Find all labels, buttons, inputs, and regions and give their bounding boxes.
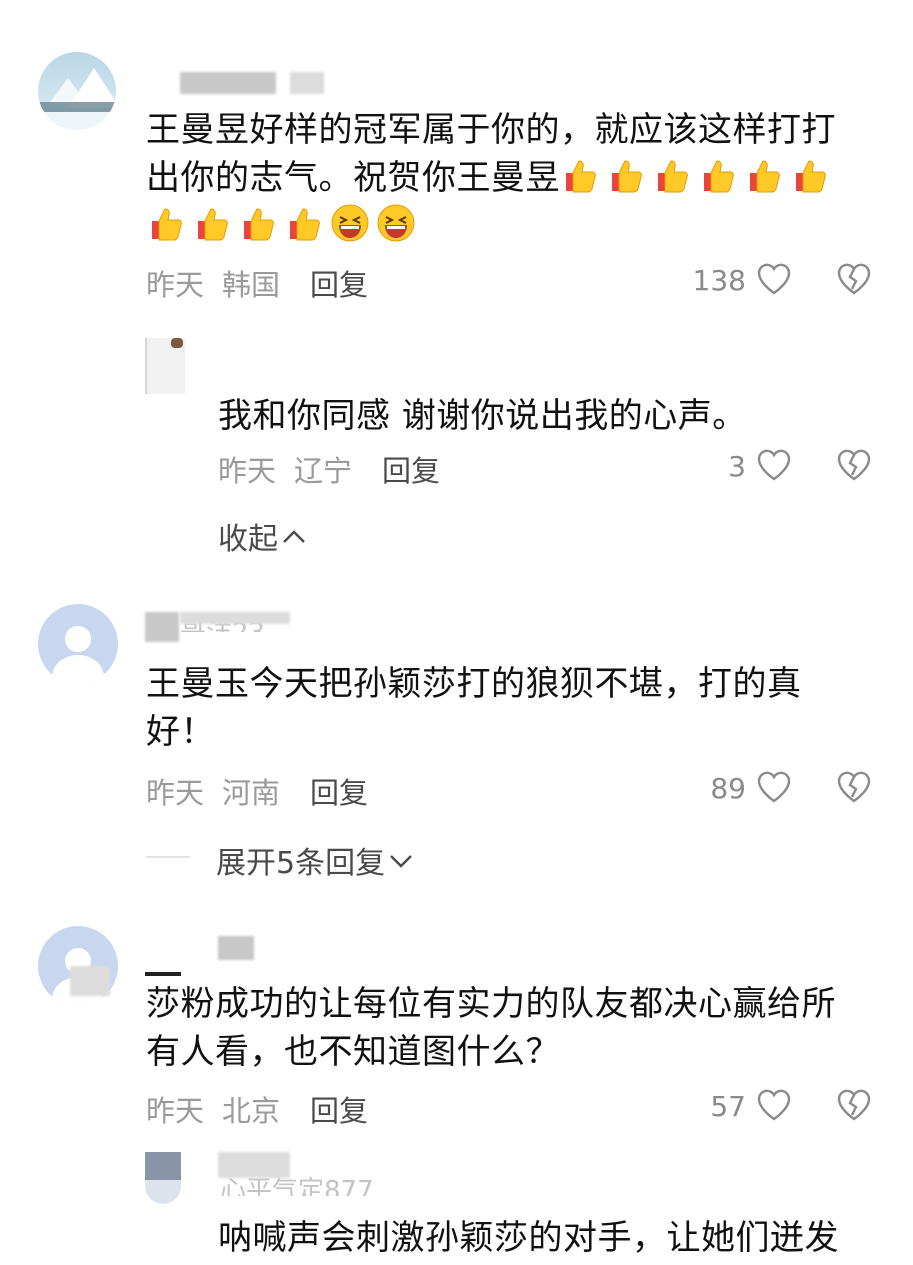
thumbs-up-emoji — [152, 208, 182, 241]
heart-outline-icon[interactable] — [756, 262, 792, 296]
avatar[interactable] — [145, 1152, 181, 1204]
broken-heart-icon[interactable] — [836, 1088, 872, 1122]
comment-line-text: 出你的志气。祝贺你王曼昱 — [146, 158, 560, 198]
comment-line — [146, 202, 886, 250]
comment-line: 王曼昱好样的冠军属于你的，就应该这样打打 — [146, 110, 836, 150]
comment-text: 莎粉成功的让每位有实力的队友都决心赢给所 有人看，也不知道图什么？ — [146, 980, 906, 1076]
thumbs-up-emoji — [658, 160, 688, 193]
reply-button[interactable]: 回复 — [310, 268, 368, 302]
thumbs-up-emoji — [612, 160, 642, 193]
like-count: 89 — [710, 772, 746, 805]
collapse-replies-button[interactable]: 收起 — [218, 514, 308, 558]
thumbs-up-emoji — [290, 208, 320, 241]
comment-line: 有人看，也不知道图什么？ — [146, 1032, 560, 1072]
comment-time: 昨天 — [146, 1094, 205, 1128]
thumbs-up-emoji — [244, 208, 274, 241]
comment-time: 昨天 — [146, 268, 205, 302]
heart-outline-icon[interactable] — [756, 770, 792, 804]
comment-time: 昨天 — [146, 776, 205, 810]
comment-meta: 昨天 河南 回复 — [146, 770, 368, 812]
thumbs-up-emoji — [198, 208, 228, 241]
expand-replies-button[interactable]: 展开5条回复 — [216, 838, 415, 882]
avatar[interactable] — [145, 338, 185, 394]
chevron-up-icon — [283, 530, 305, 543]
reply-button[interactable]: 回复 — [382, 454, 440, 488]
comment-location: 辽宁 — [294, 454, 353, 488]
thumbs-up-emoji — [796, 160, 826, 193]
laughing-emoji — [331, 204, 369, 242]
avatar-blur — [70, 966, 110, 996]
like-count: 57 — [710, 1090, 746, 1123]
nickname-blurred[interactable] — [218, 1152, 290, 1178]
nickname-blurred[interactable] — [290, 72, 324, 94]
thumbs-up-emoji — [704, 160, 734, 193]
collapse-label: 收起 — [218, 522, 278, 557]
comment-location: 北京 — [222, 1094, 281, 1128]
reply-button[interactable]: 回复 — [310, 776, 368, 810]
reply-meta: 昨天 辽宁 回复 — [218, 448, 440, 490]
broken-heart-icon[interactable] — [836, 262, 872, 296]
broken-heart-icon[interactable] — [836, 448, 872, 482]
avatar[interactable] — [38, 604, 118, 684]
reply-button[interactable]: 回复 — [310, 1094, 368, 1128]
nickname-blurred[interactable] — [180, 72, 276, 94]
comment-text: 王曼昱好样的冠军属于你的，就应该这样打打 出你的志气。祝贺你王曼昱 — [146, 106, 886, 250]
reply-text: 呐喊声会刺激孙颖莎的对手，让她们迸发 — [218, 1218, 839, 1258]
nickname-blurred[interactable] — [218, 936, 254, 960]
like-count: 138 — [692, 264, 746, 297]
avatar[interactable] — [38, 52, 116, 130]
comment-line: 莎粉成功的让每位有实力的队友都决心赢给所 — [146, 984, 836, 1024]
comment-line: 好！ — [146, 712, 215, 752]
comment-line: 王曼玉今天把孙颖莎打的狼狈不堪，打的真 — [146, 664, 802, 704]
comment-location: 河南 — [222, 776, 281, 810]
broken-heart-icon[interactable] — [836, 770, 872, 804]
comment-meta: 昨天 北京 回复 — [146, 1088, 368, 1130]
comment-text: 王曼玉今天把孙颖莎打的狼狈不堪，打的真 好！ — [146, 660, 886, 756]
chevron-down-icon — [390, 855, 412, 868]
like-count: 3 — [728, 450, 746, 483]
laughing-emoji — [377, 204, 415, 242]
thumbs-up-emoji — [566, 160, 596, 193]
comment-line: 出你的志气。祝贺你王曼昱 — [146, 154, 886, 202]
nickname-blurred[interactable] — [180, 612, 290, 624]
nickname-fragment — [145, 972, 181, 976]
comment-location: 韩国 — [222, 268, 281, 302]
thumbs-up-emoji — [750, 160, 780, 193]
heart-outline-icon[interactable] — [756, 1088, 792, 1122]
comment-time: 昨天 — [218, 454, 277, 488]
nickname-blurred[interactable] — [145, 612, 179, 642]
reply-text: 我和你同感 谢谢你说出我的心声。 — [218, 396, 747, 436]
comment-meta: 昨天 韩国 回复 — [146, 262, 368, 304]
heart-outline-icon[interactable] — [756, 448, 792, 482]
divider — [146, 856, 190, 858]
expand-label: 展开5条回复 — [216, 846, 386, 881]
